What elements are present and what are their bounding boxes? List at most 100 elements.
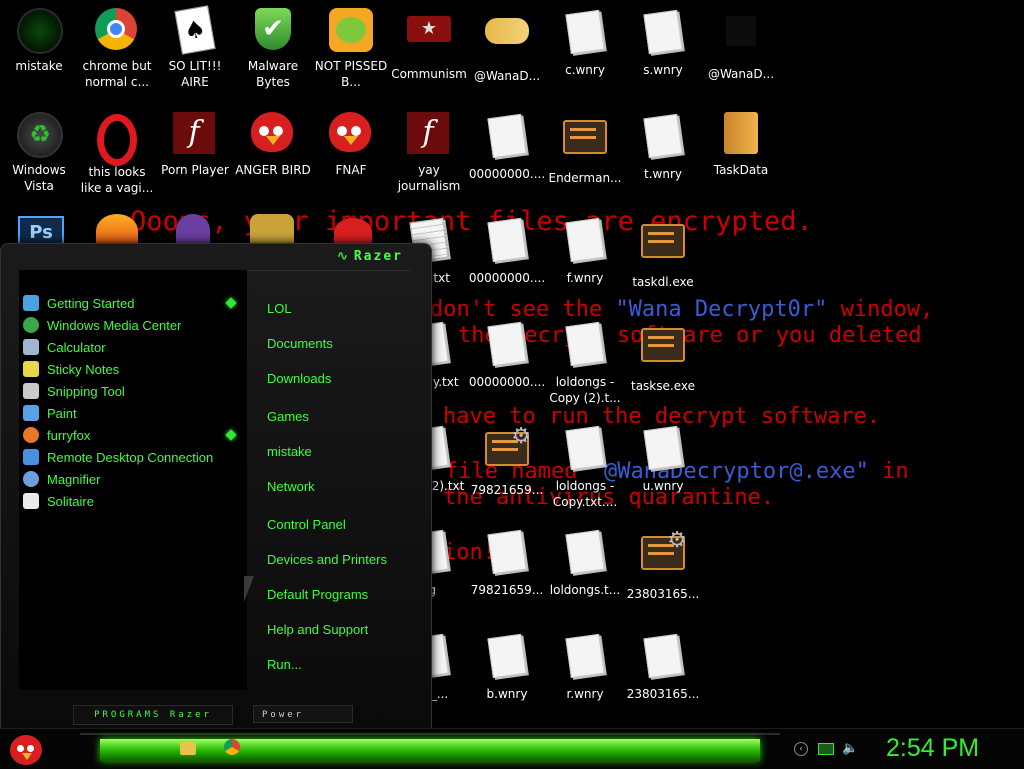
- desktop-icon-label: loldongs - Copy (2).t...: [549, 375, 621, 405]
- app-icon[interactable]: [250, 214, 294, 246]
- place-mistake[interactable]: mistake: [267, 444, 312, 459]
- desktop-icon-label: taskse.exe: [631, 379, 695, 393]
- program-item[interactable]: Solitaire: [23, 490, 94, 512]
- exe-icon: [641, 328, 685, 362]
- desktop-icon[interactable]: @WanaD...: [468, 8, 546, 84]
- desktop-icon-label: @WanaD...: [707, 67, 775, 81]
- desktop-icon[interactable]: 00000000....: [468, 216, 546, 286]
- exe-gear-icon: ⚙: [485, 424, 531, 466]
- program-item[interactable]: Paint: [23, 402, 77, 424]
- desktop-icon-label: loldongs.t...: [549, 583, 621, 597]
- desktop-icon[interactable]: t.wnry: [624, 112, 702, 182]
- desktop-icon-label: yay journalism: [397, 163, 461, 193]
- start-button[interactable]: [8, 731, 46, 767]
- desktop-icon-label: t.wnry: [644, 167, 682, 181]
- document-icon: [565, 217, 605, 263]
- desktop-icon[interactable]: this looks like a vagi...: [78, 112, 156, 196]
- submenu-arrow-icon[interactable]: [225, 297, 237, 309]
- document-icon: [565, 529, 605, 575]
- explorer-icon[interactable]: [180, 739, 198, 757]
- program-item[interactable]: Snipping Tool: [23, 380, 125, 402]
- desktop-icon[interactable]: ♻ Windows Vista: [0, 112, 78, 194]
- all-programs-button[interactable]: PROGRAMS Razer: [73, 705, 233, 725]
- desktop-icon[interactable]: @WanaD...: [702, 8, 780, 82]
- desktop-icon-label: this looks like a vagi...: [80, 165, 154, 195]
- program-item[interactable]: Calculator: [23, 336, 106, 358]
- start-menu: ∿ Razer Getting Started Windows Media Cen…: [0, 243, 432, 732]
- document-icon: [565, 321, 605, 367]
- program-item[interactable]: Sticky Notes: [23, 358, 119, 380]
- place-documents[interactable]: Documents: [267, 336, 333, 351]
- desktop-icon[interactable]: loldongs - Copy (2).t...: [546, 320, 624, 406]
- desktop-icon[interactable]: Enderman...: [546, 112, 624, 186]
- back-icon[interactable]: ‹: [794, 742, 808, 756]
- desktop-icon[interactable]: 00000000....: [468, 320, 546, 390]
- desktop-icon[interactable]: 00000000....: [468, 112, 546, 182]
- media-center-icon: [23, 317, 39, 333]
- place-help-and-support[interactable]: Help and Support: [267, 622, 368, 637]
- battery-icon[interactable]: [818, 742, 834, 756]
- cards-icon: [23, 493, 39, 509]
- document-icon: [643, 9, 683, 55]
- place-games[interactable]: Games: [267, 409, 309, 424]
- desktop-icon[interactable]: u.wnry: [624, 424, 702, 494]
- desktop-icon[interactable]: ✔ Malware Bytes: [234, 8, 312, 90]
- place-network[interactable]: Network: [267, 479, 315, 494]
- desktop-icon[interactable]: mistake: [0, 8, 78, 74]
- desktop-icon-label: loldongs - Copy.txt....: [552, 479, 618, 509]
- place-devices-and-printers[interactable]: Devices and Printers: [267, 552, 387, 567]
- desktop-icon[interactable]: ANGER BIRD: [234, 112, 312, 178]
- desktop-icon[interactable]: ★ Communism: [390, 8, 468, 82]
- flash-icon: f: [407, 112, 449, 154]
- bird-icon[interactable]: [334, 218, 372, 246]
- desktop-icon[interactable]: b.wnry: [468, 632, 546, 702]
- desktop-icon[interactable]: loldongs - Copy.txt....: [546, 424, 624, 510]
- document-icon: [487, 529, 527, 575]
- desktop-icon[interactable]: TaskData: [702, 112, 780, 178]
- app-icon[interactable]: [176, 214, 210, 246]
- document-icon: [565, 9, 605, 55]
- place-run[interactable]: Run...: [267, 657, 302, 672]
- volume-icon[interactable]: 🔈: [842, 742, 858, 756]
- opera-icon: [97, 114, 137, 166]
- desktop-icon[interactable]: ⚙ 23803165...: [624, 528, 702, 602]
- desktop-icon[interactable]: FNAF: [312, 112, 390, 178]
- desktop-icon[interactable]: chrome but normal c...: [78, 8, 156, 90]
- power-button[interactable]: Power: [253, 705, 353, 723]
- desktop-icon[interactable]: loldongs.t...: [546, 528, 624, 598]
- place-default-programs[interactable]: Default Programs: [267, 587, 368, 602]
- desktop-icon-label: 23803165...: [626, 587, 700, 601]
- document-icon: [487, 217, 527, 263]
- desktop-icon[interactable]: f Porn Player: [156, 112, 234, 178]
- desktop-icon[interactable]: taskdl.exe: [624, 216, 702, 290]
- desktop-icon[interactable]: f yay journalism: [390, 112, 468, 194]
- desktop-icon-label: SO LIT!!! AIRE: [168, 59, 222, 89]
- place-control-panel[interactable]: Control Panel: [267, 517, 346, 532]
- desktop-icon[interactable]: ⚙ 79821659...: [468, 424, 546, 498]
- program-item[interactable]: Remote Desktop Connection: [23, 446, 213, 468]
- document-icon: [487, 113, 527, 159]
- bird-icon: [251, 112, 293, 152]
- desktop-icon[interactable]: r.wnry: [546, 632, 624, 702]
- desktop-icon[interactable]: f.wnry: [546, 216, 624, 286]
- desktop-icon[interactable]: taskse.exe: [624, 320, 702, 394]
- desktop-icon[interactable]: 79821659...: [468, 528, 546, 598]
- place-downloads[interactable]: Downloads: [267, 371, 331, 386]
- desktop-icon[interactable]: ♠ SO LIT!!! AIRE: [156, 5, 234, 90]
- program-item[interactable]: furryfox: [23, 424, 90, 446]
- desktop-icon[interactable]: NOT PISSED B...: [312, 8, 390, 90]
- desktop-icon[interactable]: 23803165...: [624, 632, 702, 702]
- taskbar-clock[interactable]: 2:54 PM: [886, 734, 979, 763]
- desktop-icon[interactable]: c.wnry: [546, 8, 624, 78]
- document-icon: [643, 113, 683, 159]
- place-lol[interactable]: LOL: [267, 301, 292, 316]
- shield-icon: ✔: [255, 8, 291, 50]
- program-item[interactable]: Windows Media Center: [23, 314, 181, 336]
- taskbar: ‹ 🔈 2:54 PM: [0, 728, 1024, 769]
- program-item[interactable]: Getting Started: [23, 292, 134, 314]
- submenu-arrow-icon[interactable]: [225, 429, 237, 441]
- remote-desktop-icon: [23, 449, 39, 465]
- program-item[interactable]: Magnifier: [23, 468, 100, 490]
- desktop-icon[interactable]: s.wnry: [624, 8, 702, 78]
- chrome-icon[interactable]: [224, 739, 242, 757]
